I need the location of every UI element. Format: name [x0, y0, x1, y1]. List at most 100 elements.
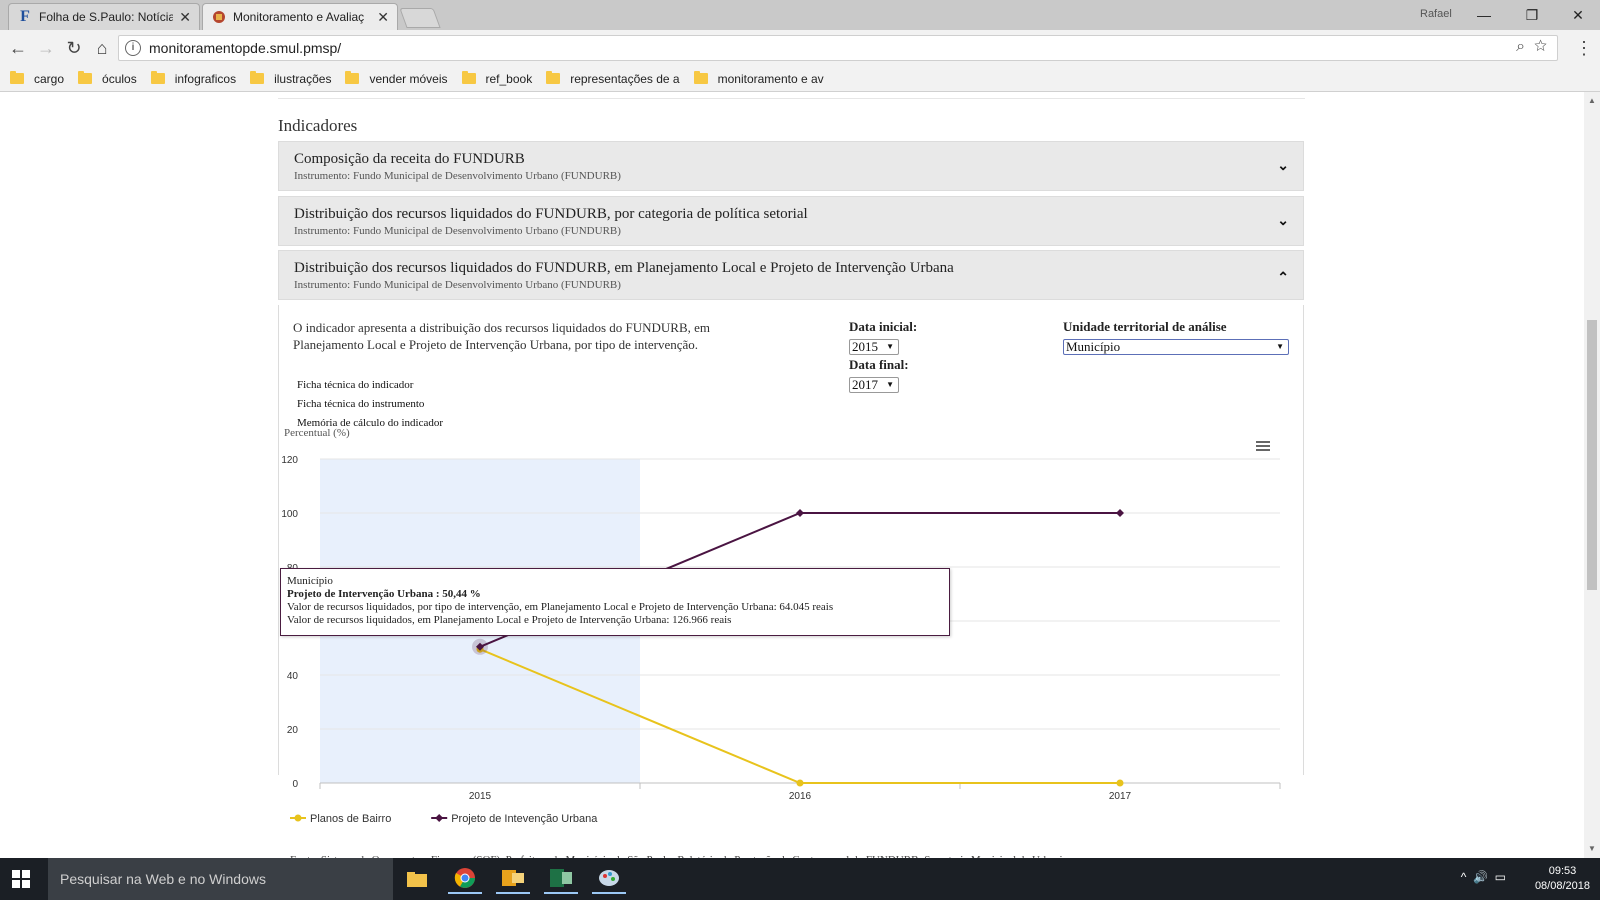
- bookmark-star-icon[interactable]: ☆: [1534, 38, 1547, 55]
- folder-icon: [546, 71, 561, 84]
- accordion-distribuicao-setorial[interactable]: Distribuição dos recursos liquidados do …: [278, 196, 1304, 246]
- accordion-subtitle: Instrumento: Fundo Municipal de Desenvol…: [294, 225, 621, 237]
- folder-icon: [250, 71, 265, 84]
- accordion-composicao[interactable]: Composição da receita do FUNDURB Instrum…: [278, 141, 1304, 191]
- new-tab-button[interactable]: [399, 8, 441, 28]
- bookmark-label: óculos: [102, 71, 137, 86]
- legend-label: Planos de Bairro: [310, 813, 391, 825]
- home-icon[interactable]: ⌂: [90, 36, 114, 60]
- bookmark-infograficos[interactable]: infograficos: [150, 71, 237, 86]
- windows-taskbar: Pesquisar na Web e no Windows ^ 🔊 ▭ 09:5…: [0, 858, 1600, 900]
- bookmark-label: infograficos: [174, 71, 237, 86]
- bookmark-label: cargo: [34, 71, 65, 86]
- tooltip-line-1: Valor de recursos liquidados, por tipo d…: [287, 601, 834, 613]
- y-tick-label: 0: [292, 779, 298, 790]
- clock-date[interactable]: 08/08/2018: [1535, 879, 1590, 894]
- data-point: [1116, 779, 1124, 787]
- bookmark-ref-book[interactable]: ref_book: [461, 71, 533, 86]
- folder-icon: [345, 71, 360, 84]
- zoom-icon[interactable]: ⌕: [1516, 38, 1525, 55]
- menu-icon[interactable]: ⋮: [1572, 36, 1596, 60]
- bookmark-oculos[interactable]: óculos: [78, 71, 137, 86]
- scroll-down-icon[interactable]: ▼: [1588, 844, 1596, 853]
- bookmark-monitoramento[interactable]: monitoramento e av: [693, 71, 824, 86]
- accordion-title: Distribuição dos recursos liquidados do …: [294, 206, 808, 222]
- tooltip-line-2: Valor de recursos liquidados, em Planeja…: [287, 614, 732, 626]
- chevron-up-icon[interactable]: ⌃: [1277, 269, 1289, 286]
- taskbar-search-input[interactable]: Pesquisar na Web e no Windows: [48, 858, 393, 900]
- info-icon[interactable]: i: [125, 40, 141, 56]
- legend-label: Projeto de Intevenção Urbana: [451, 813, 598, 825]
- scrollbar-thumb[interactable]: [1587, 320, 1597, 590]
- tab-title: Monitoramento e Avaliaç: [233, 10, 365, 24]
- tab-monitoramento[interactable]: Monitoramento e Avaliaç ✕: [202, 3, 398, 30]
- section-title: Indicadores: [278, 116, 358, 135]
- paint-icon[interactable]: [592, 864, 626, 894]
- close-window-icon[interactable]: ✕: [1556, 4, 1600, 26]
- bookmark-cargo[interactable]: cargo: [10, 71, 65, 86]
- prefeitura-favicon-icon: [211, 9, 227, 25]
- tab-title: Folha de S.Paulo: Notícias: [39, 10, 174, 24]
- folder-icon: [150, 71, 165, 84]
- system-tray: ^ 🔊 ▭ 09:53 08/08/2018: [1461, 864, 1590, 894]
- tab-folha[interactable]: F Folha de S.Paulo: Notícias ✕: [8, 3, 200, 30]
- y-tick-label: 20: [287, 725, 299, 736]
- chevron-down-icon[interactable]: ⌄: [1277, 157, 1289, 174]
- bookmark-label: vender móveis: [369, 71, 448, 86]
- y-tick-label: 40: [287, 671, 299, 682]
- excel-icon[interactable]: [544, 864, 578, 894]
- bookmark-vender-moveis[interactable]: vender móveis: [345, 71, 448, 86]
- legend-marker: [294, 814, 302, 822]
- hover-halo: [472, 638, 488, 655]
- data-inicial-label: Data inicial:: [849, 319, 918, 334]
- bookmark-representacoes[interactable]: representações de a: [546, 71, 680, 86]
- close-icon[interactable]: ✕: [377, 9, 389, 26]
- data-point: [796, 779, 804, 787]
- x-tick-label: 2016: [789, 791, 812, 802]
- chevron-down-icon[interactable]: ⌄: [1277, 212, 1289, 229]
- close-icon[interactable]: ✕: [179, 9, 191, 26]
- tooltip-series: Projeto de Intervenção Urbana : 50,44 %: [287, 588, 481, 600]
- bookmark-label: representações de a: [570, 71, 680, 86]
- legend-marker: [435, 814, 444, 822]
- tray-icons[interactable]: ^ 🔊 ▭: [1461, 870, 1506, 885]
- back-icon[interactable]: ←: [6, 36, 30, 60]
- folha-favicon-icon: F: [20, 8, 30, 25]
- x-tick-label: 2015: [469, 791, 492, 802]
- bookmark-ilustracoes[interactable]: ilustrações: [250, 71, 332, 86]
- accordion-title: Composição da receita do FUNDURB: [294, 151, 525, 167]
- reload-icon[interactable]: ↻: [62, 36, 86, 60]
- forward-icon[interactable]: →: [34, 36, 58, 60]
- bookmarks-bar: cargo óculos infograficos ilustrações ve…: [0, 66, 1600, 92]
- accordion-subtitle: Instrumento: Fundo Municipal de Desenvol…: [294, 279, 621, 291]
- accordion-title: Distribuição dos recursos liquidados do …: [294, 260, 954, 276]
- scroll-up-icon[interactable]: ▲: [1588, 96, 1596, 105]
- bookmark-label: ilustrações: [274, 71, 332, 86]
- y-tick-label: 100: [281, 509, 298, 520]
- profile-name[interactable]: Rafael: [1420, 8, 1452, 20]
- scrollbar[interactable]: ▲ ▼: [1584, 92, 1600, 858]
- data-point: [796, 509, 804, 517]
- address-bar[interactable]: i monitoramentopde.smul.pmsp/ ⌕ ☆: [118, 35, 1558, 61]
- windows-start-icon[interactable]: [12, 870, 30, 888]
- chart-menu-icon[interactable]: [1256, 441, 1270, 451]
- accordion-distribuicao-planejamento[interactable]: Distribuição dos recursos liquidados do …: [278, 250, 1304, 300]
- browser-toolbar: ← → ↻ ⌂ i monitoramentopde.smul.pmsp/ ⌕ …: [0, 30, 1600, 66]
- folder-icon: [693, 71, 708, 84]
- restore-icon[interactable]: ❐: [1510, 4, 1554, 26]
- tooltip-header: Município: [287, 575, 333, 587]
- folder-icon: [10, 71, 24, 84]
- chrome-icon[interactable]: [448, 864, 482, 894]
- clock-time[interactable]: 09:53: [1535, 864, 1590, 879]
- minimize-icon[interactable]: —: [1462, 4, 1506, 26]
- omnibox-actions: ⌕ ☆: [1516, 38, 1547, 56]
- chart-tooltip: Município Projeto de Intervenção Urbana …: [280, 568, 950, 636]
- bookmark-label: ref_book: [485, 71, 533, 86]
- unidade-territorial-label: Unidade territorial de análise: [1063, 319, 1227, 334]
- x-tick-label: 2017: [1109, 791, 1132, 802]
- file-explorer-icon[interactable]: [400, 864, 434, 894]
- folder-icon: [78, 71, 93, 84]
- outlook-icon[interactable]: [496, 864, 530, 894]
- data-point: [1116, 509, 1124, 517]
- y-axis-label: Percentual (%): [284, 427, 350, 439]
